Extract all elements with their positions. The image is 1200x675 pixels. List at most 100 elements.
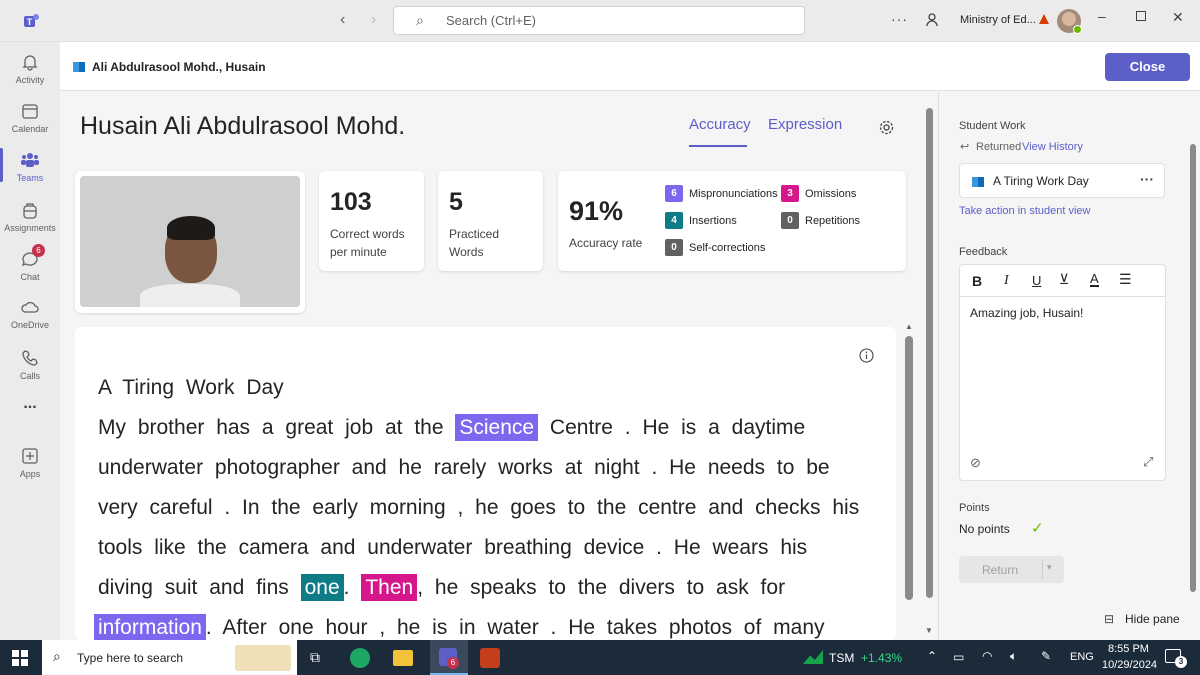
wifi-icon[interactable]: ◠ — [982, 649, 992, 663]
self-corrections-label: Self-corrections — [689, 241, 766, 254]
italic-icon[interactable]: I — [1004, 273, 1009, 289]
mispronunciation-highlight[interactable]: Science — [455, 414, 539, 441]
scroll-up-icon[interactable]: ▲ — [905, 322, 913, 331]
rail-item-apps[interactable]: Apps — [0, 438, 60, 486]
self-corrections-count: 0 — [665, 239, 683, 257]
rail-item-label: Calls — [19, 371, 40, 381]
tray-chevron-up-icon[interactable]: ⌃ — [927, 649, 937, 663]
wpm-label-line2: per minute — [330, 245, 387, 259]
clock-time[interactable]: 8:55 PM — [1108, 643, 1149, 655]
volume-icon[interactable]: 🔈︎ — [1010, 649, 1017, 664]
taskbar-search-input[interactable]: ⌕ Type here to search — [42, 640, 297, 675]
forward-arrow-icon[interactable]: › — [371, 11, 376, 29]
phone-icon — [22, 350, 38, 366]
windows-start-icon[interactable] — [12, 650, 28, 666]
side-panel: Student Work ↩ Returned View History A T… — [938, 92, 1200, 640]
error-self-corrections[interactable]: 0 Self-corrections — [665, 239, 765, 257]
battery-icon[interactable]: ▭ — [953, 650, 964, 664]
teams-logo-icon: T — [24, 14, 39, 27]
checkmark-icon: ✓ — [1031, 520, 1044, 537]
repetitions-count: 0 — [781, 212, 799, 230]
error-omissions[interactable]: 3 Omissions — [781, 185, 856, 203]
student-video[interactable] — [80, 176, 300, 307]
info-icon[interactable] — [859, 348, 874, 363]
main-scrollbar[interactable] — [905, 336, 913, 600]
attach-icon[interactable]: ⊘ — [970, 455, 981, 471]
mispronunciations-count: 6 — [665, 185, 683, 203]
omission-highlight[interactable]: Then — [361, 574, 418, 601]
teams-taskbar-badge: 6 — [447, 657, 459, 669]
bullet-list-icon[interactable]: ☰ — [1119, 271, 1132, 288]
passage-text: Centre . He is a daytime — [549, 416, 806, 439]
points-value[interactable]: No points — [959, 522, 1010, 536]
tab-accuracy[interactable]: Accuracy — [689, 116, 751, 133]
rail-item-activity[interactable]: Activity — [0, 44, 60, 92]
insertion-highlight[interactable]: one — [300, 574, 344, 601]
rail-item-calls[interactable]: Calls — [0, 340, 60, 388]
search-icon: ⌕ — [53, 648, 61, 664]
error-mispronunciations[interactable]: 6 Mispronunciations — [665, 185, 778, 203]
underline-icon[interactable]: U — [1032, 273, 1041, 288]
clock-date[interactable]: 10/29/2024 — [1102, 659, 1157, 671]
language-indicator[interactable]: ENG — [1070, 651, 1094, 663]
font-color-icon[interactable]: A — [1090, 272, 1099, 287]
close-button[interactable]: Close — [1105, 53, 1190, 81]
hide-pane-button[interactable]: Hide pane — [1125, 612, 1180, 626]
tab-expression[interactable]: Expression — [768, 116, 842, 133]
page-header: Ali Abdulrasool Mohd., Husain — [60, 42, 1200, 91]
search-highlight-image — [235, 645, 291, 671]
expand-icon[interactable]: ⤢ — [1143, 454, 1153, 470]
highlight-icon[interactable]: ⊻ — [1059, 271, 1069, 288]
file-explorer-icon[interactable] — [393, 650, 413, 666]
practiced-label: Practiced Words — [449, 225, 499, 261]
people-icon[interactable] — [925, 12, 941, 28]
search-placeholder: Search (Ctrl+E) — [446, 13, 536, 28]
chevron-down-icon[interactable]: ▾ — [1047, 562, 1052, 573]
file-more-icon[interactable]: ··· — [1140, 171, 1154, 187]
powerpoint-icon[interactable] — [480, 648, 500, 668]
passage-line-6: information. After one hour , he is in w… — [94, 614, 825, 640]
video-card — [75, 171, 305, 313]
rail-item-calendar[interactable]: Calendar — [0, 93, 60, 141]
file-card[interactable]: A Tiring Work Day ··· — [959, 163, 1165, 198]
return-button[interactable]: Return ▾ — [959, 556, 1064, 583]
rail-item-teams[interactable]: Teams — [0, 142, 60, 190]
page-scrollbar[interactable] — [926, 108, 933, 598]
passage-card: A Tiring Work Day My brother has a great… — [75, 327, 896, 640]
book-icon — [972, 177, 984, 187]
view-history-link[interactable]: View History — [1022, 141, 1083, 153]
hide-pane-icon[interactable]: ⊟ — [1104, 612, 1114, 626]
org-name[interactable]: Ministry of Ed... — [960, 14, 1036, 26]
stock-change: +1.43% — [861, 651, 903, 665]
rail-item-chat[interactable]: Chat 6 — [0, 241, 60, 289]
settings-gear-icon[interactable] — [878, 119, 895, 136]
teams-taskbar-button[interactable]: 6 — [430, 640, 468, 675]
bold-icon[interactable]: B — [972, 273, 982, 289]
pen-icon[interactable]: ✎ — [1041, 649, 1051, 663]
error-repetitions[interactable]: 0 Repetitions — [781, 212, 860, 230]
edge-icon[interactable] — [350, 648, 370, 668]
stock-name[interactable]: TSM — [829, 651, 854, 665]
wpm-label: Correct words per minute — [330, 225, 405, 261]
rail-item-assignments[interactable]: Assignments — [0, 192, 60, 240]
rail-item-onedrive[interactable]: OneDrive — [0, 289, 60, 337]
task-view-icon[interactable]: ⧉ — [310, 649, 320, 666]
minimize-icon[interactable]: – — [1098, 8, 1106, 24]
take-action-link[interactable]: Take action in student view — [959, 205, 1090, 217]
close-window-icon[interactable]: ✕ — [1172, 9, 1184, 26]
feedback-text: Amazing job, Husain! — [970, 306, 1084, 320]
repetitions-label: Repetitions — [805, 214, 861, 227]
insertions-count: 4 — [665, 212, 683, 230]
scroll-down-icon[interactable]: ▼ — [925, 626, 933, 635]
rail-item-more[interactable]: ... — [0, 395, 60, 443]
rail-item-label: Teams — [16, 173, 44, 183]
side-scrollbar[interactable] — [1190, 144, 1196, 592]
maximize-icon[interactable] — [1136, 11, 1146, 21]
more-options-icon[interactable]: ··· — [891, 11, 908, 27]
feedback-editor[interactable]: B I U ⊻ A ☰ Amazing job, Husain! ⊘ ⤢ — [959, 264, 1166, 481]
mispronunciation-highlight[interactable]: information — [94, 614, 206, 640]
error-insertions[interactable]: 4 Insertions — [665, 212, 737, 230]
back-arrow-icon[interactable]: ‹ — [340, 11, 345, 29]
calendar-icon — [22, 104, 38, 119]
search-input[interactable]: ⌕ Search (Ctrl+E) — [393, 6, 805, 35]
